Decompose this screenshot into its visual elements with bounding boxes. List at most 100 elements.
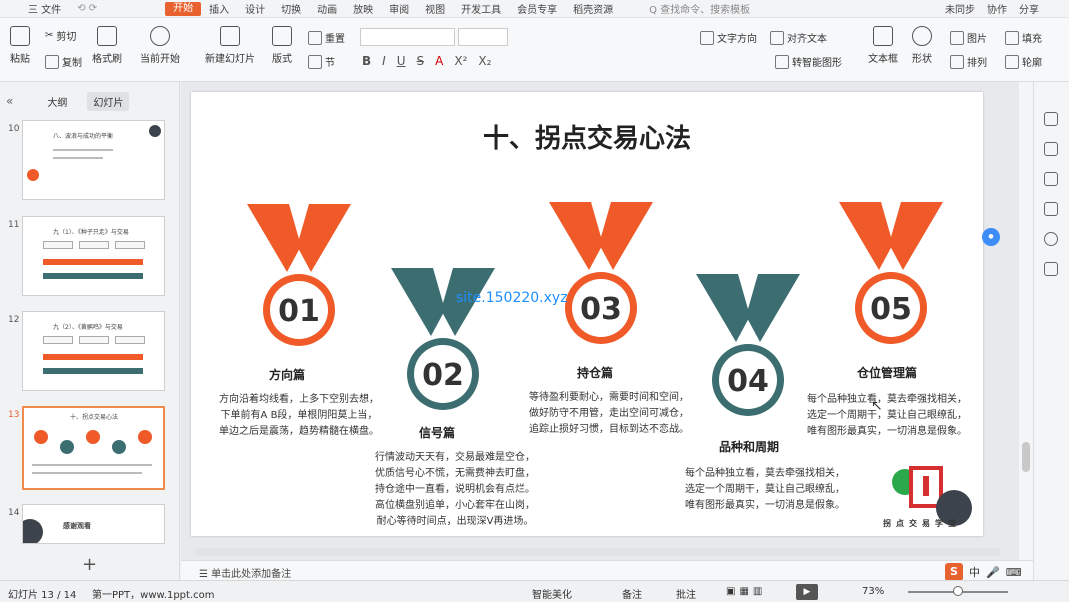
- paste-button[interactable]: 粘贴: [10, 26, 30, 65]
- zoom-slider-knob[interactable]: [953, 586, 963, 596]
- menu-animation[interactable]: 动画: [309, 1, 345, 16]
- cut-button[interactable]: ✂ 剪切: [45, 28, 76, 43]
- font-size-select[interactable]: [458, 28, 508, 46]
- new-slide-button[interactable]: 新建幻灯片: [205, 26, 255, 65]
- medal-05[interactable]: 05: [831, 198, 951, 368]
- medal-title[interactable]: 品种和周期: [719, 438, 779, 455]
- slideshow-play-button[interactable]: ▶: [796, 584, 818, 600]
- notes-area[interactable]: ☰ 单击此处添加备注: [181, 560, 1033, 580]
- play-icon: [150, 26, 170, 46]
- italic-button[interactable]: I: [382, 54, 386, 68]
- outline-button[interactable]: 轮廓: [1005, 54, 1042, 69]
- menu-design[interactable]: 设计: [237, 1, 273, 16]
- shape-button[interactable]: 形状: [912, 26, 932, 65]
- menu-member[interactable]: 会员专享: [509, 1, 565, 16]
- medal-01[interactable]: 01: [239, 200, 359, 370]
- tab-outline[interactable]: 大纲: [41, 92, 73, 111]
- vertical-scrollbar[interactable]: [1019, 82, 1033, 560]
- animation-icon[interactable]: [1044, 172, 1058, 186]
- transition-icon[interactable]: [1044, 202, 1058, 216]
- mouse-cursor-icon: ↖: [871, 398, 883, 414]
- medal-title[interactable]: 持仓篇: [577, 364, 613, 381]
- medal-title[interactable]: 方向篇: [269, 366, 305, 383]
- reset-icon: [308, 30, 322, 45]
- ime-logo-icon[interactable]: S: [945, 563, 963, 581]
- panel-tabs: « 大纲 幻灯片: [0, 90, 180, 112]
- microphone-icon[interactable]: 🎤: [986, 566, 1000, 579]
- adjust-icon[interactable]: [1044, 142, 1058, 156]
- picture-button[interactable]: 图片: [950, 30, 987, 45]
- floating-assistant-icon[interactable]: ●: [982, 228, 1000, 246]
- arrange-button[interactable]: 排列: [950, 54, 987, 69]
- notes-toggle-button[interactable]: 备注: [622, 586, 642, 601]
- underline-button[interactable]: U: [397, 54, 406, 68]
- convert-smartart-button[interactable]: 转智能图形: [775, 54, 842, 69]
- smart-beautify-button[interactable]: 智能美化: [532, 586, 572, 601]
- slide-thumbnail[interactable]: 九（1）、《种子只走》与交易: [22, 216, 165, 296]
- collaborate-button[interactable]: 协作: [987, 1, 1007, 16]
- strikethrough-button[interactable]: S: [417, 54, 425, 68]
- slide-title[interactable]: 十、拐点交易心法: [191, 118, 983, 155]
- text-direction-button[interactable]: 文字方向: [700, 30, 757, 45]
- menu-file[interactable]: 三 文件: [20, 1, 69, 16]
- medal-03[interactable]: 03: [541, 198, 661, 368]
- share-button[interactable]: 分享: [1019, 1, 1039, 16]
- menu-review[interactable]: 审阅: [381, 1, 417, 16]
- font-family-select[interactable]: [360, 28, 455, 46]
- horizontal-scrollbar[interactable]: [195, 548, 1000, 556]
- thumbnail-bar: [43, 273, 143, 279]
- menu-home[interactable]: 开始: [165, 1, 202, 16]
- view-mode-icons[interactable]: ▣▦▥: [726, 586, 766, 597]
- medal-title[interactable]: 信号篇: [419, 424, 455, 441]
- layout-button[interactable]: 版式: [272, 26, 292, 65]
- menu-slideshow[interactable]: 放映: [345, 1, 381, 16]
- section-button[interactable]: 节: [308, 54, 335, 69]
- subscript-button[interactable]: X₂: [478, 54, 491, 68]
- medal-description[interactable]: 等待盈利要耐心，需要时间和空间， 做好防守不用管，走出空间可减仓， 追踪止损好习…: [509, 390, 709, 438]
- menu-insert[interactable]: 插入: [201, 1, 237, 16]
- copy-button[interactable]: 复制: [45, 54, 82, 69]
- bold-button[interactable]: B: [362, 54, 371, 68]
- sync-status[interactable]: 未同步: [945, 1, 975, 16]
- textbox-button[interactable]: 文本框: [868, 26, 898, 65]
- comments-toggle-button[interactable]: 批注: [676, 586, 696, 601]
- settings-icon[interactable]: [1044, 262, 1058, 276]
- slide-thumbnail[interactable]: 八、波浪与成功的平衡: [22, 120, 165, 200]
- collapse-panel-icon[interactable]: «: [6, 94, 13, 108]
- status-bar: 幻灯片 13 / 14 第一PPT，www.1ppt.com 智能美化 备注 批…: [0, 580, 1069, 602]
- medal-description[interactable]: 方向沿着均线看，上多下空别去想， 下单前有A B段，单根阴阳莫上当， 单边之后是…: [199, 392, 399, 440]
- menu-nav-arrows[interactable]: ⟲ ⟳: [69, 3, 105, 14]
- menu-view[interactable]: 视图: [417, 1, 453, 16]
- medal-description[interactable]: 每个品种独立看，莫去牵强找相关， 选定一个周期干，莫让自己眼缭乱， 唯有图形最真…: [665, 466, 865, 514]
- format-painter-button[interactable]: 格式刷: [92, 26, 122, 65]
- add-slide-button[interactable]: +: [82, 554, 97, 575]
- align-text-button[interactable]: 对齐文本: [770, 30, 827, 45]
- medal-title[interactable]: 仓位管理篇: [857, 364, 917, 381]
- help-icon[interactable]: [1044, 232, 1058, 246]
- command-search-input[interactable]: Q 查找命令、搜索模板: [649, 1, 750, 16]
- slide-thumbnail-selected[interactable]: 十、拐点交易心法: [22, 406, 165, 490]
- slide-thumbnail[interactable]: 九（2）、《黄鹂鸣》与交易: [22, 311, 165, 391]
- menu-transition[interactable]: 切换: [273, 1, 309, 16]
- slide[interactable]: 十、拐点交易心法 01 方向篇 方向沿着均线看，上多下空别去想， 下单前有A B…: [191, 92, 983, 536]
- play-from-current-button[interactable]: 当前开始: [140, 26, 180, 65]
- menu-developer[interactable]: 开发工具: [453, 1, 509, 16]
- keyboard-icon[interactable]: ⌨: [1006, 566, 1022, 579]
- ime-language[interactable]: 中: [969, 564, 980, 580]
- slide-thumbnail[interactable]: 感谢观看: [22, 504, 165, 544]
- menu-docer[interactable]: 稻壳资源: [565, 1, 621, 16]
- medal-description[interactable]: 每个品种独立看，莫去牵强找相关， 选定一个周期干，莫让自己眼缭乱， 唯有图形最真…: [789, 392, 985, 440]
- text-direction-icon: [700, 30, 714, 45]
- superscript-button[interactable]: X²: [454, 54, 467, 68]
- pin-icon[interactable]: [1044, 112, 1058, 126]
- fill-button[interactable]: 填充: [1005, 30, 1042, 45]
- thumbnail-title: 感谢观看: [63, 522, 91, 530]
- tab-slides[interactable]: 幻灯片: [87, 91, 130, 111]
- font-color-button[interactable]: A: [435, 54, 443, 68]
- shape-icon: [912, 26, 932, 46]
- reset-button[interactable]: 重置: [308, 30, 345, 45]
- zoom-level[interactable]: 73%: [862, 586, 884, 597]
- scrollbar-thumb[interactable]: [1022, 442, 1030, 472]
- smartart-icon: [775, 54, 789, 69]
- medal-description[interactable]: 行情波动天天有，交易最难是空仓， 优质信号心不慌，无需费神去盯盘， 持仓途中一直…: [355, 450, 555, 530]
